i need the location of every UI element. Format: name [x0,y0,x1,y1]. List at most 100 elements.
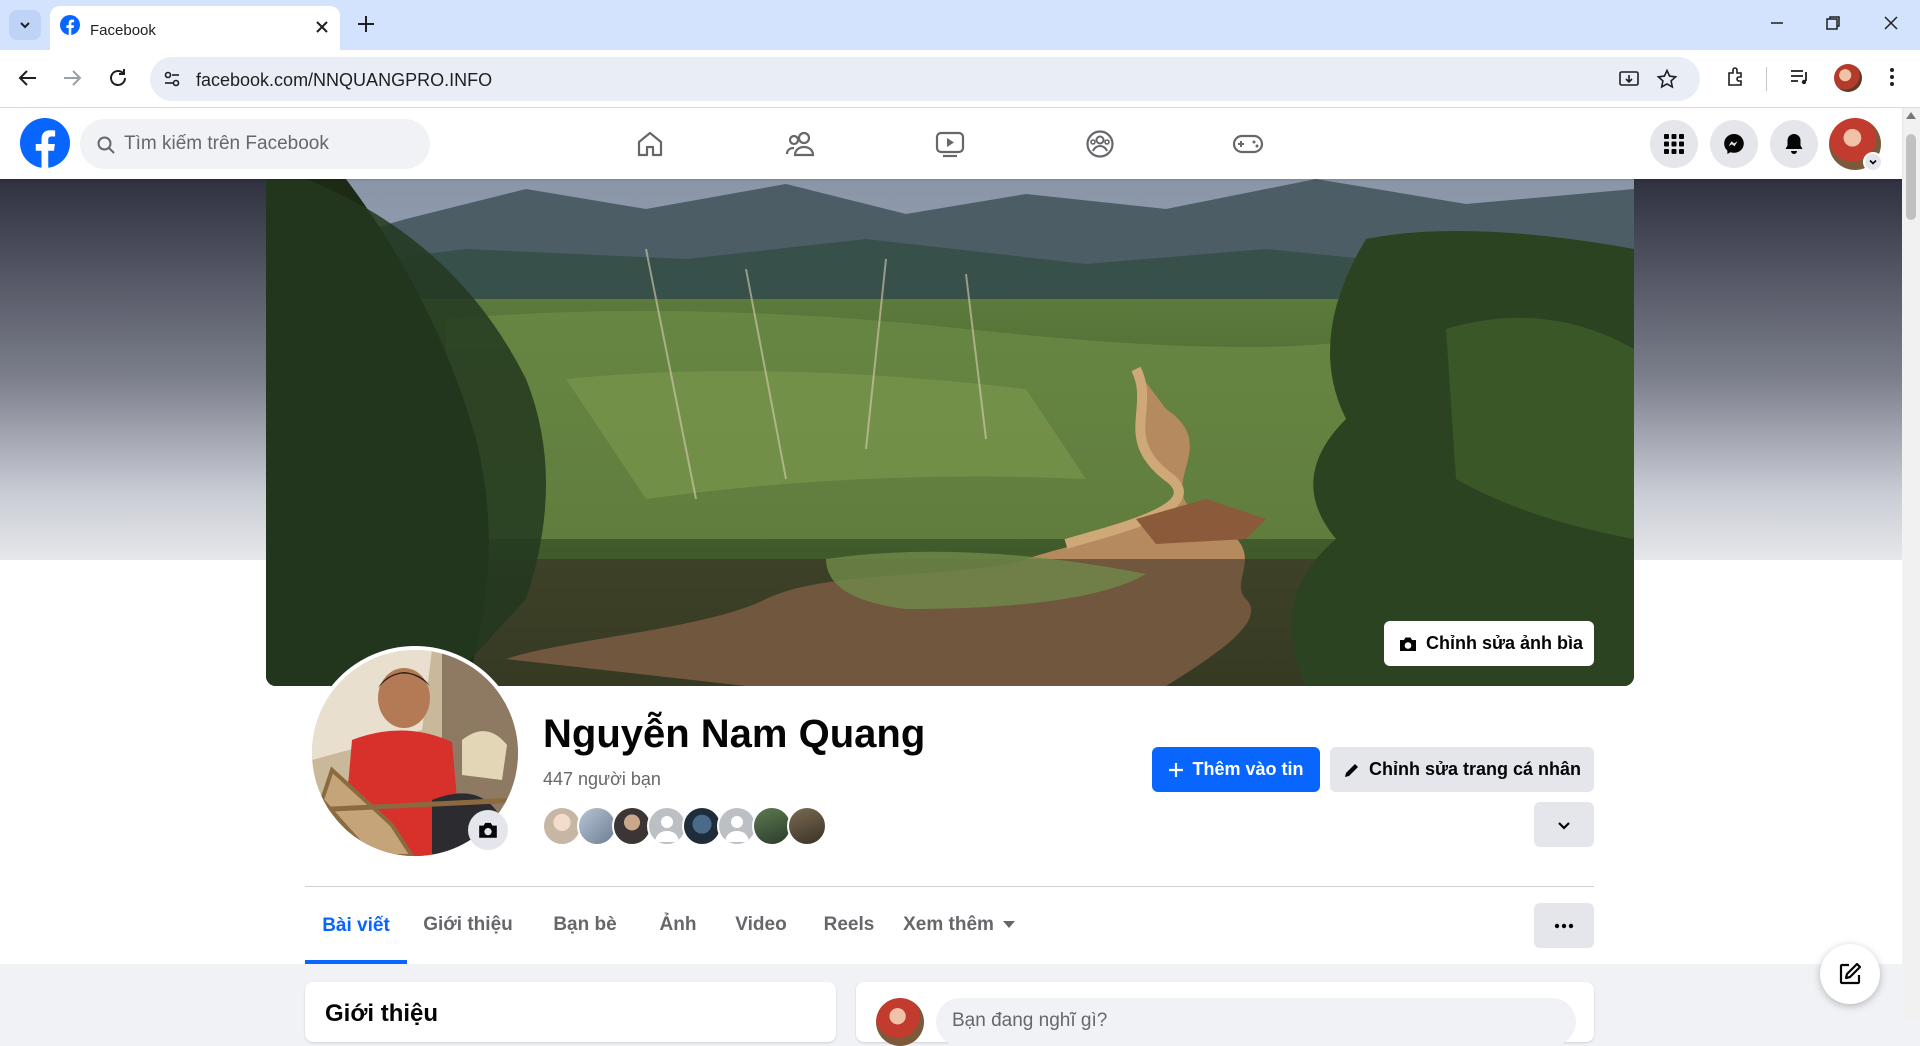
browser-tabstrip: Facebook [0,0,1920,50]
edit-cover-label: Chỉnh sửa ảnh bìa [1426,633,1584,653]
composer-input[interactable]: Bạn đang nghĩ gì? [936,998,1576,1046]
nav-groups[interactable] [1070,122,1130,166]
profile-more-dropdown-button[interactable] [1534,802,1594,847]
browser-profile-avatar[interactable] [1834,64,1862,92]
tab-posts[interactable]: Bài viết [305,887,407,964]
caret-down-icon [1002,921,1015,928]
url-text[interactable]: facebook.com/NNQUANGPRO.INFO [196,70,492,91]
intro-heading: Giới thiệu [325,1000,439,1027]
tab-label: Giới thiệu [423,913,513,935]
friend-avatar[interactable] [647,806,687,846]
toolbar-separator [1766,67,1767,91]
tab-photos[interactable]: Ảnh [642,887,714,962]
scroll-up-arrow[interactable] [1906,112,1916,119]
page-scrollbar[interactable] [1902,108,1920,1020]
account-avatar[interactable] [1829,118,1883,172]
default-avatar-icon [725,816,749,842]
nav-home[interactable] [620,122,680,166]
add-to-story-button[interactable]: Thêm vào tin [1152,747,1320,792]
bookmark-star-icon[interactable] [1656,68,1678,90]
tab-label: Bạn bè [553,913,617,935]
restore-icon[interactable] [1824,14,1842,32]
scrollbar-thumb[interactable] [1906,134,1916,220]
home-icon [637,131,663,157]
back-icon[interactable] [16,66,40,90]
account-chevron [1863,152,1883,172]
tab-label: Bài viết [322,914,390,936]
video-icon [935,131,965,158]
composer-avatar[interactable] [876,998,924,1046]
tab-label: Xem thêm [903,913,994,935]
facebook-favicon-icon [60,15,80,35]
search-input[interactable] [124,119,414,169]
app-grid-icon [1664,134,1684,154]
site-info-icon[interactable] [162,69,182,89]
tab-search-button[interactable] [9,10,41,40]
chevron-down-icon [1869,159,1877,165]
install-app-icon[interactable] [1618,68,1640,90]
tab-friends[interactable]: Bạn bè [535,887,635,962]
facebook-logo-icon[interactable] [20,118,70,168]
update-profile-picture-button[interactable] [468,810,508,850]
address-bar[interactable]: facebook.com/NNQUANGPRO.INFO [150,57,1700,101]
bell-icon [1785,134,1803,154]
menu-button[interactable] [1650,120,1698,168]
facebook-search-box[interactable] [80,119,430,169]
default-avatar-icon [655,816,679,842]
intro-card: Giới thiệu [305,982,836,1042]
browser-tab[interactable]: Facebook [50,6,340,50]
edit-profile-button[interactable]: Chỉnh sửa trang cá nhân [1330,747,1594,792]
nav-friends[interactable] [770,122,830,166]
post-composer-card: Bạn đang nghĩ gì? [856,982,1594,1046]
cover-photo[interactable] [266,179,1634,686]
search-icon [97,136,115,154]
camera-icon [1400,637,1416,651]
friend-avatar[interactable] [717,806,757,846]
messenger-button[interactable] [1710,120,1758,168]
notifications-button[interactable] [1770,120,1818,168]
tab-reels[interactable]: Reels [809,887,889,962]
friend-avatar[interactable] [682,806,722,846]
tab-label: Ảnh [659,913,697,935]
chevron-down-icon [1558,821,1570,830]
tab-about[interactable]: Giới thiệu [412,887,524,962]
chevron-down-icon [20,22,30,29]
new-message-button[interactable] [1820,944,1880,1004]
profile-options-button[interactable] [1534,903,1594,948]
profile-name: Nguyễn Nam Quang [543,712,926,756]
camera-icon [479,822,497,838]
nav-gaming[interactable] [1218,122,1278,166]
friend-avatar[interactable] [542,806,582,846]
friends-icon [785,131,815,157]
tab-see-more[interactable]: Xem thêm [894,887,1024,962]
friend-avatar[interactable] [752,806,792,846]
more-horizontal-icon [1554,923,1574,928]
extensions-icon[interactable] [1725,65,1749,89]
edit-profile-label: Chỉnh sửa trang cá nhân [1368,759,1582,779]
minimize-icon[interactable] [1768,14,1786,32]
forward-icon[interactable] [60,66,84,90]
browser-menu-icon[interactable] [1882,65,1902,89]
tab-label: Reels [823,913,875,935]
nav-video[interactable] [920,122,980,166]
friend-avatar[interactable] [612,806,652,846]
edit-cover-button[interactable]: Chỉnh sửa ảnh bìa [1384,621,1594,666]
messenger-icon [1724,134,1744,154]
pencil-icon [1344,763,1358,777]
plus-icon [1169,762,1184,777]
friend-avatar[interactable] [577,806,617,846]
tab-title: Facebook [90,22,156,39]
compose-icon [1839,962,1862,985]
close-window-icon[interactable] [1882,14,1900,32]
cover-landscape-image [266,179,1634,686]
gaming-icon [1232,134,1264,154]
media-control-icon[interactable] [1788,65,1812,89]
friend-count[interactable]: 447 người bạn [543,769,661,790]
new-tab-icon[interactable] [355,13,377,35]
groups-icon [1086,130,1114,158]
friend-avatar[interactable] [787,806,827,846]
close-tab-icon[interactable] [314,19,330,35]
add-to-story-label: Thêm vào tin [1192,759,1304,779]
tab-videos[interactable]: Video [718,887,804,962]
reload-icon[interactable] [106,66,130,90]
